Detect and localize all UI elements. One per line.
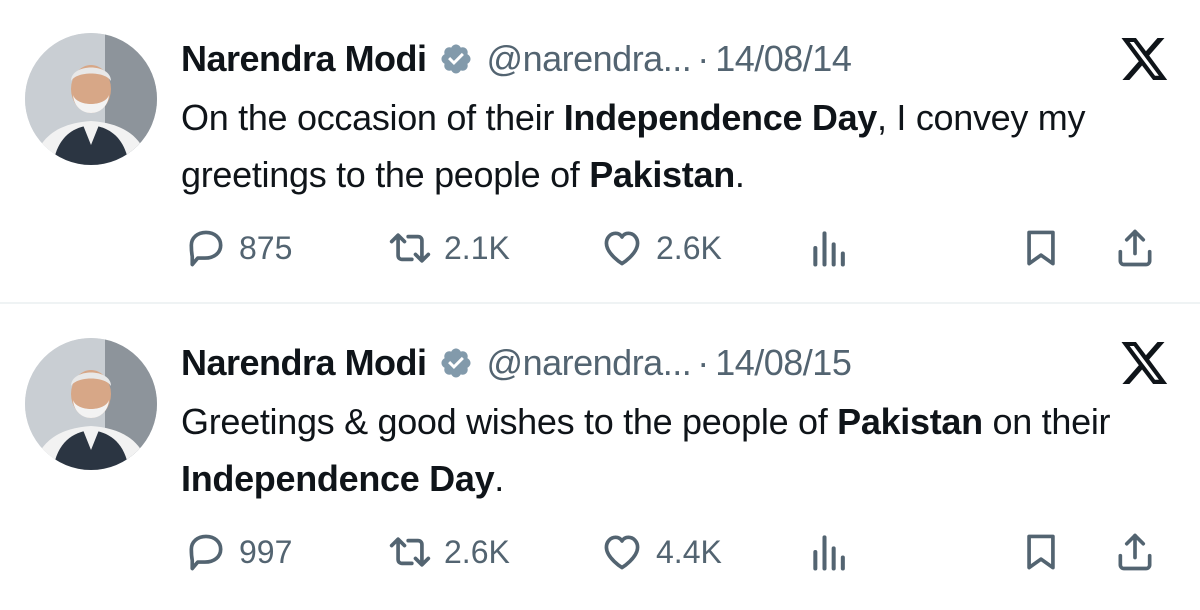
views-button[interactable] <box>808 226 852 270</box>
x-logo-icon <box>1121 342 1168 384</box>
retweet-button[interactable]: 2.1K <box>386 226 510 270</box>
avatar-photo <box>25 33 157 165</box>
tweet-date[interactable]: 14/08/14 <box>715 38 852 80</box>
like-button[interactable]: 2.6K <box>598 226 722 270</box>
avatar-photo <box>25 338 157 470</box>
action-bar: 997 2.6K 4.4K <box>183 530 1173 574</box>
tweet-text-bold: Independence Day <box>563 97 878 138</box>
x-logo-icon <box>1121 38 1168 80</box>
reply-count: 997 <box>239 533 293 570</box>
retweet-icon <box>389 233 431 263</box>
action-bar: 875 2.1K 2.6K <box>183 226 1173 270</box>
share-icon <box>1118 533 1152 571</box>
share-icon <box>1118 229 1152 267</box>
tweet-text: On the occasion of their Independence Da… <box>181 89 1161 203</box>
bookmark-icon <box>1027 534 1055 570</box>
share-button[interactable] <box>1113 226 1157 270</box>
tweet-text-run: on their <box>982 401 1111 442</box>
views-icon <box>813 535 845 571</box>
author-handle[interactable]: @narendra... <box>487 342 692 384</box>
views-button[interactable] <box>808 530 852 574</box>
author-name[interactable]: Narendra Modi <box>181 38 427 80</box>
retweet-icon <box>389 537 431 567</box>
tweet-header: Narendra Modi @narendra... · 14/08/15 <box>181 338 852 388</box>
tweet-header: Narendra Modi @narendra... · 14/08/14 <box>181 34 852 84</box>
avatar[interactable] <box>25 33 157 165</box>
retweet-button[interactable]: 2.6K <box>386 530 510 574</box>
author-name[interactable]: Narendra Modi <box>181 342 427 384</box>
reply-button[interactable]: 875 <box>183 226 292 270</box>
views-icon <box>813 231 845 267</box>
verified-badge-icon <box>441 348 471 378</box>
bookmark-button[interactable] <box>1019 530 1063 574</box>
like-count: 4.4K <box>656 533 722 570</box>
tweet-text: Greetings & good wishes to the people of… <box>181 393 1161 507</box>
tweet-text-run: . <box>494 458 504 499</box>
retweet-count: 2.6K <box>444 533 510 570</box>
reply-icon <box>189 230 223 267</box>
reply-count: 875 <box>239 229 293 266</box>
separator-dot: · <box>697 342 710 383</box>
heart-icon <box>604 535 640 570</box>
share-button[interactable] <box>1113 530 1157 574</box>
heart-icon <box>604 231 640 266</box>
tweet-text-run: On the occasion of their <box>181 97 564 138</box>
tweet-text-bold: Pakistan <box>837 401 983 442</box>
like-button[interactable]: 4.4K <box>598 530 722 574</box>
tweet-text-run: . <box>734 154 745 195</box>
retweet-count: 2.1K <box>444 229 510 266</box>
like-count: 2.6K <box>656 229 722 266</box>
separator-dot: · <box>697 38 710 79</box>
tweet-text-bold: Independence Day <box>181 458 495 499</box>
tweet-card[interactable]: Narendra Modi @narendra... · 14/08/14 On… <box>0 0 1200 302</box>
verified-badge-icon <box>441 44 471 74</box>
tweet-text-bold: Pakistan <box>589 154 735 195</box>
reply-button[interactable]: 997 <box>183 530 292 574</box>
bookmark-button[interactable] <box>1019 226 1063 270</box>
reply-icon <box>189 534 223 571</box>
avatar[interactable] <box>25 338 157 470</box>
tweet-date[interactable]: 14/08/15 <box>715 342 852 384</box>
author-handle[interactable]: @narendra... <box>487 38 692 80</box>
bookmark-icon <box>1027 230 1055 266</box>
tweet-text-run: Greetings & good wishes to the people of <box>181 401 838 442</box>
tweet-card[interactable]: Narendra Modi @narendra... · 14/08/15 Gr… <box>0 302 1200 608</box>
